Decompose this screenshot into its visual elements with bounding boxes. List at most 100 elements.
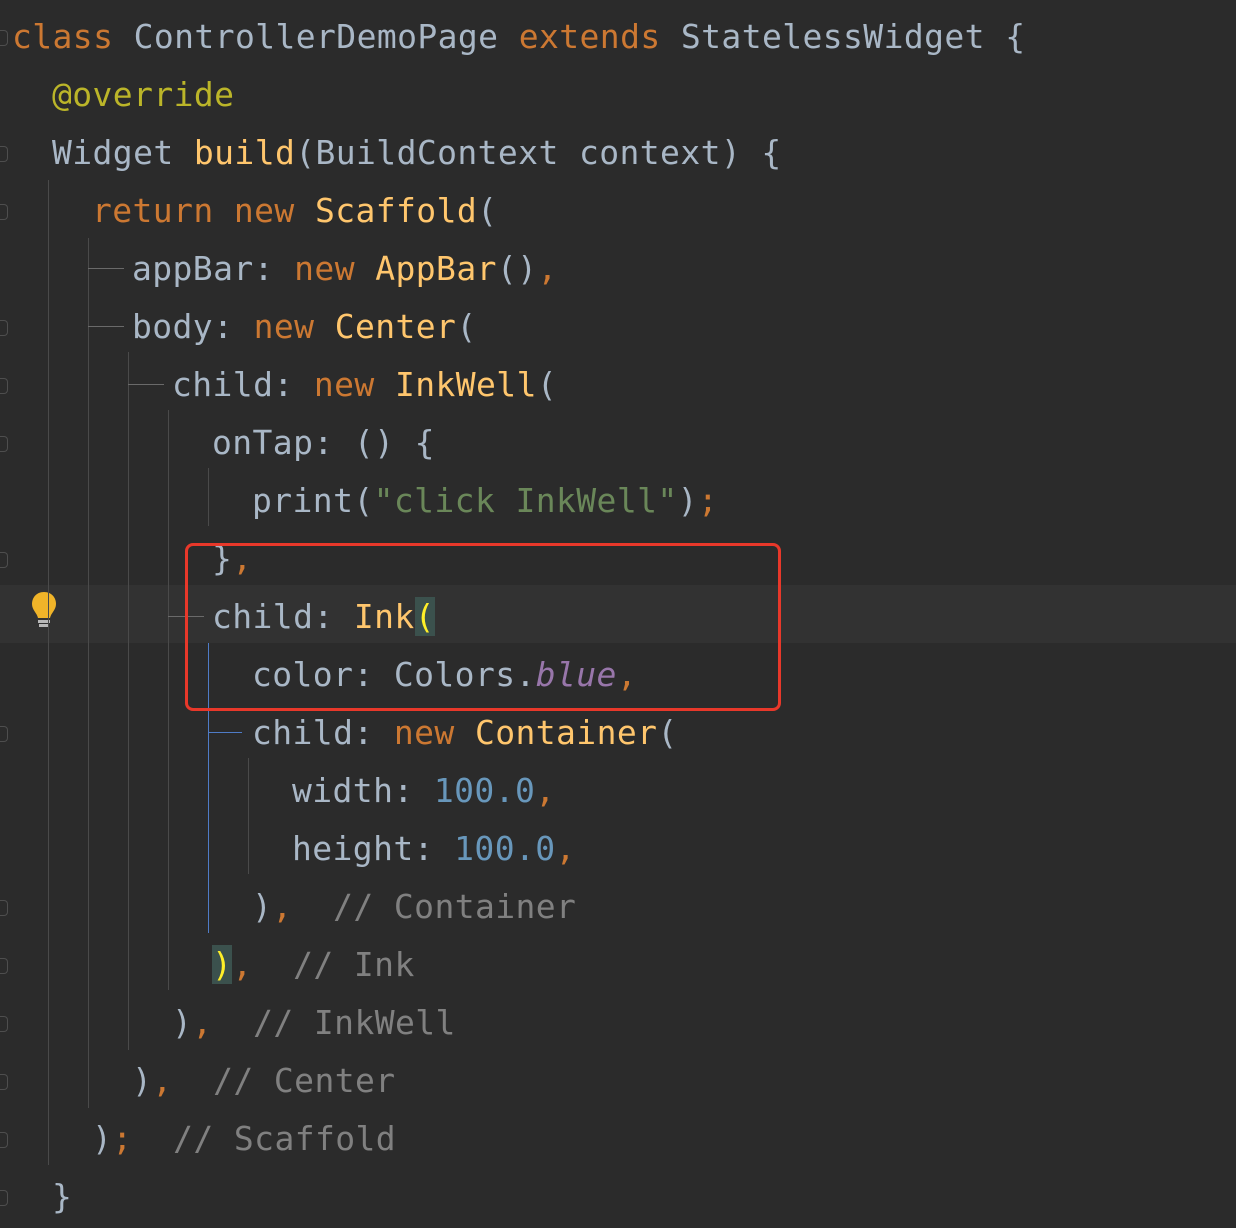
property: width: bbox=[292, 771, 434, 810]
function-call: print( bbox=[252, 481, 374, 520]
code-line-19[interactable]: ), // Center bbox=[132, 1052, 396, 1110]
keyword-new: new bbox=[294, 249, 355, 288]
method-params: (BuildContext context) { bbox=[295, 133, 782, 172]
fold-marker-icon[interactable] bbox=[0, 900, 8, 916]
comma: , bbox=[537, 249, 558, 288]
fold-marker-icon[interactable] bbox=[0, 146, 8, 162]
code-line-4[interactable]: return new Scaffold( bbox=[92, 182, 497, 240]
class-ref: Container bbox=[474, 713, 658, 752]
comma: , bbox=[192, 1003, 213, 1042]
comma: , bbox=[555, 829, 576, 868]
string-literal: "click InkWell" bbox=[373, 481, 678, 520]
comment: // Container bbox=[333, 887, 577, 926]
comment: // Center bbox=[213, 1061, 396, 1100]
fold-marker-icon[interactable] bbox=[0, 204, 8, 220]
base-class: StatelessWidget bbox=[680, 17, 985, 56]
tree-connector bbox=[88, 268, 124, 269]
code-line-2[interactable]: @override bbox=[52, 66, 234, 124]
code-line-8[interactable]: onTap: () { bbox=[212, 414, 435, 472]
comma: , bbox=[272, 887, 293, 926]
paren: ) bbox=[132, 1061, 153, 1100]
fold-marker-icon[interactable] bbox=[0, 726, 8, 742]
keyword-return-new: return new bbox=[92, 191, 295, 230]
indent-guide bbox=[48, 180, 49, 1165]
property: height: bbox=[292, 829, 455, 868]
paren: ( bbox=[456, 307, 477, 346]
tree-connector-active bbox=[208, 732, 242, 733]
parens: () bbox=[496, 249, 538, 288]
code-line-21[interactable]: } bbox=[52, 1168, 72, 1226]
class-ref: InkWell bbox=[394, 365, 537, 404]
number-literal: 100.0 bbox=[454, 829, 556, 868]
fold-marker-icon[interactable] bbox=[0, 1016, 8, 1032]
code-line-5[interactable]: appBar: new AppBar(), bbox=[132, 240, 558, 298]
indent-guide bbox=[208, 468, 209, 526]
callback: onTap: () { bbox=[212, 423, 435, 462]
class-ref: AppBar bbox=[375, 249, 497, 288]
code-line-16[interactable]: ), // Container bbox=[252, 878, 576, 936]
class-ref: Center bbox=[334, 307, 457, 346]
property: body: bbox=[132, 307, 254, 346]
method-name: build bbox=[193, 133, 296, 172]
keyword-new: new bbox=[313, 365, 375, 404]
comma: , bbox=[152, 1061, 173, 1100]
fold-marker-icon[interactable] bbox=[0, 320, 8, 336]
keyword-extends: extends bbox=[518, 17, 661, 56]
code-line-3[interactable]: Widget build(BuildContext context) { bbox=[52, 124, 782, 182]
number-literal: 100.0 bbox=[433, 771, 536, 810]
fold-marker-icon[interactable] bbox=[0, 958, 8, 974]
fold-marker-icon[interactable] bbox=[0, 378, 8, 394]
keyword-new: new bbox=[253, 307, 315, 346]
comment: // Ink bbox=[293, 945, 415, 984]
return-type: Widget bbox=[52, 133, 174, 172]
paren: ) bbox=[252, 887, 273, 926]
keyword-class: class bbox=[12, 17, 114, 56]
comma: , bbox=[232, 945, 253, 984]
lightbulb-icon[interactable] bbox=[30, 590, 58, 630]
class-ref: Scaffold bbox=[314, 191, 478, 230]
tree-connector bbox=[88, 326, 124, 327]
paren: ) bbox=[677, 481, 698, 520]
fold-marker-icon[interactable] bbox=[0, 1074, 8, 1090]
indent-guide bbox=[168, 410, 169, 990]
comment: // InkWell bbox=[253, 1003, 456, 1042]
paren: ( bbox=[657, 713, 678, 752]
paren: ) bbox=[92, 1119, 113, 1158]
indent-guide bbox=[248, 758, 249, 874]
comma: , bbox=[535, 771, 556, 810]
tree-connector bbox=[128, 384, 164, 385]
keyword-new: new bbox=[393, 713, 455, 752]
code-line-17[interactable]: ), // Ink bbox=[212, 936, 415, 994]
annotation: @override bbox=[52, 75, 235, 114]
code-line-7[interactable]: child: new InkWell( bbox=[172, 356, 557, 414]
matched-paren: ) bbox=[212, 945, 233, 984]
paren: ( bbox=[536, 365, 558, 404]
fold-marker-icon[interactable] bbox=[0, 1132, 8, 1148]
code-line-15[interactable]: height: 100.0, bbox=[292, 820, 576, 878]
paren: ( bbox=[477, 191, 498, 230]
class-name: ControllerDemoPage bbox=[133, 17, 499, 56]
code-line-9[interactable]: print("click InkWell"); bbox=[252, 472, 718, 530]
indent-guide bbox=[128, 352, 129, 1050]
code-line-20[interactable]: ); // Scaffold bbox=[92, 1110, 396, 1168]
code-line-18[interactable]: ), // InkWell bbox=[172, 994, 456, 1052]
indent-guide bbox=[88, 238, 89, 1108]
close-brace: } bbox=[52, 1177, 73, 1216]
fold-marker-icon[interactable] bbox=[0, 30, 8, 46]
fold-marker-icon[interactable] bbox=[0, 552, 8, 568]
open-brace: { bbox=[1005, 17, 1026, 56]
paren: ) bbox=[172, 1003, 193, 1042]
fold-marker-icon[interactable] bbox=[0, 1190, 8, 1206]
highlight-box bbox=[185, 543, 781, 711]
code-line-14[interactable]: width: 100.0, bbox=[292, 762, 556, 820]
comment: // Scaffold bbox=[173, 1119, 397, 1158]
code-line-1[interactable]: class ControllerDemoPage extends Statele… bbox=[12, 8, 1025, 66]
fold-marker-icon[interactable] bbox=[0, 436, 8, 452]
semicolon: ; bbox=[112, 1119, 133, 1158]
property: child: bbox=[172, 365, 314, 404]
semicolon: ; bbox=[697, 481, 719, 520]
code-line-6[interactable]: body: new Center( bbox=[132, 298, 477, 356]
property: appBar: bbox=[132, 249, 295, 288]
code-line-13[interactable]: child: new Container( bbox=[252, 704, 678, 762]
code-editor[interactable]: class ControllerDemoPage extends Statele… bbox=[0, 0, 1236, 1228]
